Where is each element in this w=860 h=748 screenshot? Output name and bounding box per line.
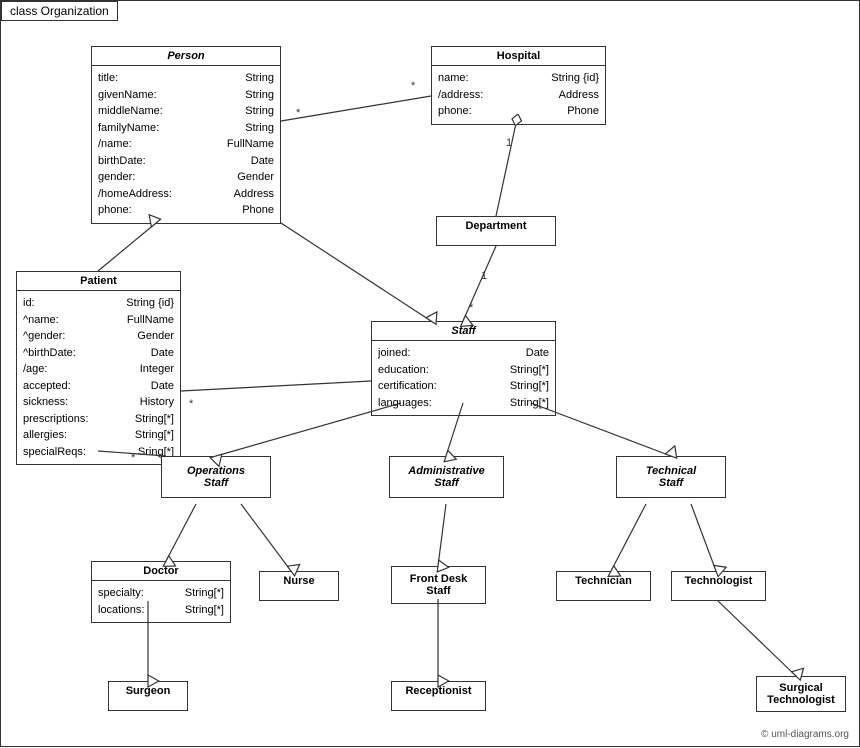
class-nurse: Nurse <box>259 571 339 601</box>
class-person: Person title:String givenName:String mid… <box>91 46 281 224</box>
doctor-attrs: specialty:String[*] locations:String[*] <box>92 581 230 622</box>
class-technician: Technician <box>556 571 651 601</box>
copyright: © uml-diagrams.org <box>761 729 849 740</box>
svg-text:*: * <box>469 302 474 314</box>
class-administrative-staff: AdministrativeStaff <box>389 456 504 498</box>
surgeon-name: Surgeon <box>109 682 187 700</box>
patient-name: Patient <box>17 272 180 291</box>
class-department: Department <box>436 216 556 246</box>
department-name: Department <box>437 217 555 235</box>
administrative-staff-name: AdministrativeStaff <box>390 457 503 497</box>
person-name: Person <box>92 47 280 66</box>
svg-text:1: 1 <box>506 137 512 149</box>
doctor-name: Doctor <box>92 562 230 581</box>
svg-text:*: * <box>189 398 194 410</box>
svg-text:*: * <box>296 107 301 119</box>
diagram-container: class Organization Person title:String g… <box>0 0 860 747</box>
staff-attrs: joined:Date education:String[*] certific… <box>372 341 555 415</box>
diagram-title: class Organization <box>1 1 118 21</box>
technologist-name: Technologist <box>672 572 765 590</box>
class-technical-staff: TechnicalStaff <box>616 456 726 498</box>
class-operations-staff: OperationsStaff <box>161 456 271 498</box>
technical-staff-name: TechnicalStaff <box>617 457 725 497</box>
receptionist-name: Receptionist <box>392 682 485 700</box>
class-surgical-technologist: SurgicalTechnologist <box>756 676 846 712</box>
class-front-desk-staff: Front DeskStaff <box>391 566 486 604</box>
person-attrs: title:String givenName:String middleName… <box>92 66 280 223</box>
nurse-name: Nurse <box>260 572 338 590</box>
operations-staff-name: OperationsStaff <box>162 457 270 497</box>
class-patient: Patient id:String {id} ^name:FullName ^g… <box>16 271 181 465</box>
front-desk-staff-name: Front DeskStaff <box>392 567 485 603</box>
staff-name: Staff <box>372 322 555 341</box>
class-surgeon: Surgeon <box>108 681 188 711</box>
patient-attrs: id:String {id} ^name:FullName ^gender:Ge… <box>17 291 180 464</box>
svg-text:1: 1 <box>481 270 487 282</box>
class-hospital: Hospital name:String {id} /address:Addre… <box>431 46 606 125</box>
svg-text:*: * <box>411 80 416 92</box>
technician-name: Technician <box>557 572 650 590</box>
hospital-name: Hospital <box>432 47 605 66</box>
hospital-attrs: name:String {id} /address:Address phone:… <box>432 66 605 124</box>
class-doctor: Doctor specialty:String[*] locations:Str… <box>91 561 231 623</box>
surgical-technologist-name: SurgicalTechnologist <box>757 677 845 711</box>
class-staff: Staff joined:Date education:String[*] ce… <box>371 321 556 416</box>
class-technologist: Technologist <box>671 571 766 601</box>
class-receptionist: Receptionist <box>391 681 486 711</box>
